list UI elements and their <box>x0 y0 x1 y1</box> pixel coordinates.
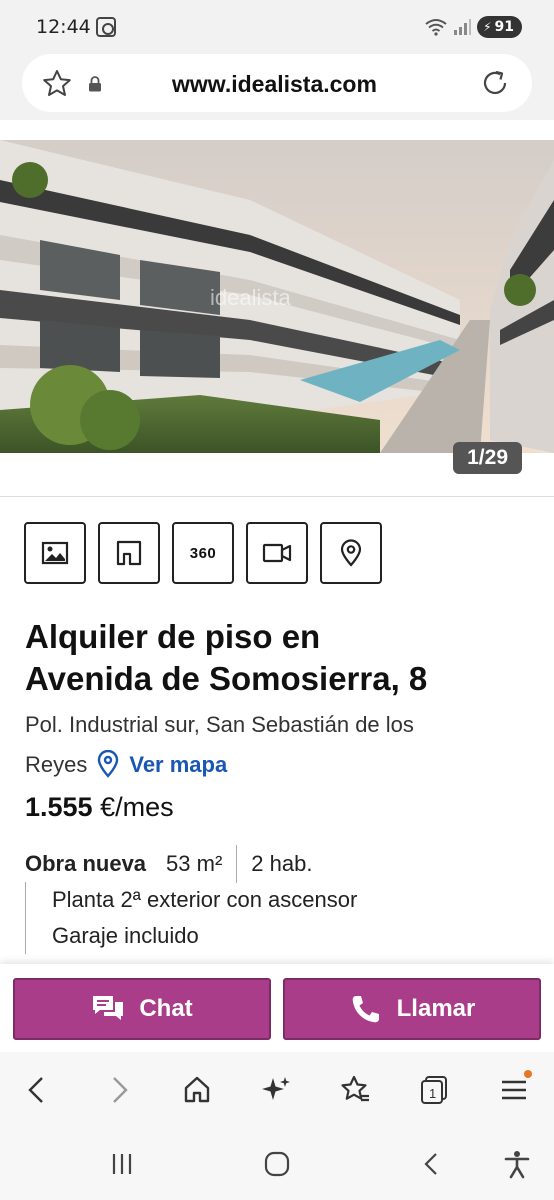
media-buttons: 360 <box>24 522 382 584</box>
lock-icon[interactable] <box>88 76 102 92</box>
video-icon <box>262 543 292 563</box>
browser-toolbar: 1 <box>0 1052 554 1126</box>
listing-photo[interactable]: idealista <box>0 140 554 453</box>
title-line-2: Avenida de Somosierra, 8 <box>25 660 428 697</box>
battery-level: 91 <box>494 19 514 35</box>
home-system-button[interactable] <box>257 1146 297 1182</box>
chat-button[interactable]: Chat <box>13 978 271 1040</box>
feature-separator <box>236 845 238 883</box>
address-bar-container: www.idealista.com <box>0 52 554 120</box>
listing-details: Planta 2ª exterior con ascensor Garaje i… <box>25 882 357 954</box>
photo-icon <box>41 541 69 565</box>
sparkle-icon <box>262 1077 290 1100</box>
tour-360-button[interactable]: 360 <box>172 522 234 584</box>
listing-price: 1.555 €/mes <box>25 792 174 823</box>
floorplan-icon <box>116 540 142 566</box>
call-button[interactable]: Llamar <box>283 978 541 1040</box>
address-bar[interactable]: www.idealista.com <box>22 54 532 112</box>
divider <box>0 496 554 497</box>
building-illustration: idealista <box>0 140 554 453</box>
photos-button[interactable] <box>24 522 86 584</box>
bookmarks-button[interactable] <box>335 1070 375 1110</box>
floorplan-button[interactable] <box>98 522 160 584</box>
accessibility-icon <box>504 1151 530 1179</box>
signal-icon <box>454 19 472 35</box>
call-label: Llamar <box>396 995 476 1022</box>
new-build-label: Obra nueva <box>25 851 147 876</box>
tabs-button[interactable]: 1 <box>414 1070 454 1110</box>
url-text[interactable]: www.idealista.com <box>172 71 377 98</box>
chat-icon <box>93 996 124 1020</box>
status-time: 12:44 <box>36 16 91 38</box>
bookmark-star-icon[interactable] <box>42 69 72 97</box>
wifi-icon <box>425 19 447 36</box>
detail-floor: Planta 2ª exterior con ascensor <box>52 887 358 912</box>
location-line-2-row: Reyes Ver mapa <box>25 745 545 785</box>
menu-icon <box>502 1080 526 1100</box>
tabs-icon: 1 <box>421 1076 447 1104</box>
menu-button[interactable] <box>494 1070 534 1110</box>
status-indicators: ⚡ 91 <box>425 16 522 38</box>
accessibility-button[interactable] <box>497 1146 537 1182</box>
screenshot-icon <box>96 17 116 37</box>
360-icon: 360 <box>189 544 217 562</box>
title-line-1: Alquiler de piso en <box>25 618 321 655</box>
price-unit: €/mes <box>100 792 174 822</box>
area-value: 53 m² <box>166 851 223 876</box>
location-pin-icon[interactable] <box>97 750 119 778</box>
video-button[interactable] <box>246 522 308 584</box>
recents-icon <box>112 1154 132 1174</box>
recents-button[interactable] <box>102 1146 142 1182</box>
home-icon <box>184 1076 210 1103</box>
price-amount: 1.555 <box>25 792 93 822</box>
view-map-link[interactable]: Ver mapa <box>129 752 227 777</box>
photo-counter: 1/29 <box>453 442 522 474</box>
home-button[interactable] <box>177 1070 217 1110</box>
map-pin-icon <box>340 539 362 567</box>
charging-icon: ⚡ <box>483 20 492 34</box>
bookmarks-icon <box>341 1075 369 1102</box>
listing-location: Pol. Industrial sur, San Sebastián de lo… <box>25 705 545 785</box>
tabs-count: 1 <box>429 1086 436 1101</box>
listing-features: Obra nueva 53 m² 2 hab. <box>25 845 313 883</box>
forward-button[interactable] <box>98 1070 138 1110</box>
location-line-1: Pol. Industrial sur, San Sebastián de lo… <box>25 712 414 737</box>
system-navigation <box>0 1126 554 1200</box>
phone-icon <box>352 996 379 1023</box>
listing-title: Alquiler de piso en Avenida de Somosierr… <box>25 616 535 700</box>
home-circle-icon <box>264 1151 290 1177</box>
status-bar: 12:44 ⚡ 91 <box>0 0 554 52</box>
rooms-value: 2 hab. <box>251 851 313 876</box>
map-button[interactable] <box>320 522 382 584</box>
contact-bar: Chat Llamar <box>0 964 554 1052</box>
forward-icon <box>113 1077 128 1103</box>
reload-icon[interactable] <box>480 68 510 98</box>
chat-label: Chat <box>139 995 193 1022</box>
location-line-2: Reyes <box>25 752 88 777</box>
back-icon <box>28 1077 43 1103</box>
back-chevron-icon <box>424 1153 437 1175</box>
back-button[interactable] <box>18 1070 58 1110</box>
watermark-text: idealista <box>210 285 291 310</box>
back-system-button[interactable] <box>412 1146 452 1182</box>
ai-button[interactable] <box>256 1070 296 1110</box>
detail-garage: Garaje incluido <box>52 923 199 948</box>
battery-indicator: ⚡ 91 <box>477 16 522 38</box>
notification-dot <box>524 1070 532 1078</box>
